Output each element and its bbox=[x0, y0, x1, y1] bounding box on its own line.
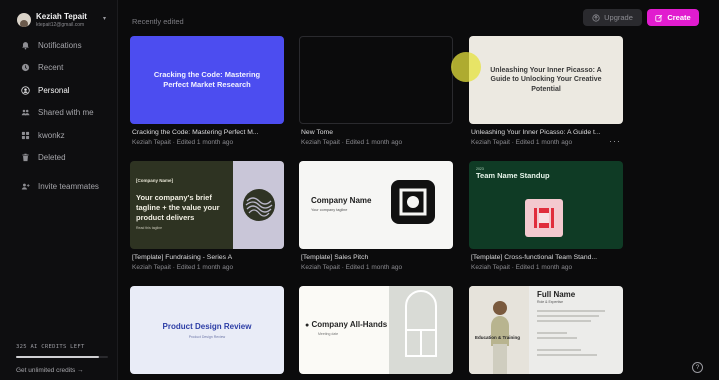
avatar bbox=[17, 13, 31, 27]
thumbnail-title: Cracking the Code: Mastering Perfect Mar… bbox=[153, 69, 261, 89]
thumbnail-subtitle: Role & Expertise bbox=[537, 300, 564, 304]
thumbnail-subtitle: Your company tagline bbox=[311, 208, 348, 212]
arch-art-icon bbox=[389, 286, 453, 374]
card-title: Unleashing Your Inner Picasso: A Guide t… bbox=[471, 129, 601, 136]
sidebar-item-label: Invite teammates bbox=[38, 181, 99, 191]
thumbnail-subtitle: Product Design Review bbox=[188, 334, 226, 339]
card-meta: Keziah Tepait · Edited 1 month ago bbox=[471, 139, 573, 146]
card-thumbnail[interactable]: Product Design Review Product Design Rev… bbox=[130, 286, 284, 374]
sidebar-item-label: Shared with me bbox=[38, 108, 94, 118]
thumbnail-title: ● Company All-Hands bbox=[305, 320, 388, 329]
people-icon bbox=[20, 108, 30, 118]
person-icon bbox=[20, 85, 30, 95]
cursor-highlight bbox=[451, 52, 481, 82]
card-meta: Keziah Tepait · Edited 1 month ago bbox=[301, 264, 403, 271]
card-meta: Keziah Tepait · Edited 1 month ago bbox=[471, 264, 573, 271]
text-placeholder bbox=[537, 310, 605, 312]
thumbnail-caption: Read this tagline bbox=[136, 226, 163, 230]
thumbnail-title: Unleashing Your Inner Picasso: A Guide t… bbox=[490, 66, 602, 93]
emoji-icon: ● bbox=[305, 322, 310, 329]
card-thumbnail[interactable]: Unleashing Your Inner Picasso: A Guide t… bbox=[469, 36, 623, 124]
card-title: [Template] Cross-functional Team Stand..… bbox=[471, 254, 598, 261]
sidebar-item-shared-with-me[interactable]: Shared with me bbox=[0, 102, 118, 125]
sidebar-item-label: Deleted bbox=[38, 153, 66, 163]
upgrade-icon bbox=[592, 13, 600, 22]
text-placeholder bbox=[537, 332, 567, 334]
sidebar-item-notifications[interactable]: Notifications bbox=[0, 34, 118, 57]
thumbnail-title: Company Name bbox=[311, 196, 372, 205]
chevron-down-icon: ▾ bbox=[103, 16, 107, 22]
sidebar-item-kwonkz[interactable]: kwonkz bbox=[0, 124, 118, 147]
clock-icon bbox=[20, 63, 30, 73]
sidebar-item-label: Personal bbox=[38, 85, 70, 95]
thumbnail-title: Team Name Standup bbox=[476, 171, 550, 180]
ai-credits-label: 325 AI CREDITS LEFT bbox=[16, 344, 85, 350]
card-thumbnail[interactable]: [Company Name] Your company's brief tagl… bbox=[130, 161, 284, 249]
card-title: [Template] Fundraising - Series A bbox=[132, 254, 233, 261]
wave-logo-icon bbox=[243, 189, 275, 221]
card-thumbnail[interactable]: ● Company All-Hands Meeting date bbox=[299, 286, 453, 374]
sidebar: Keziah Tepait ktepait12@gmail.com ▾ Noti… bbox=[0, 0, 118, 380]
sidebar-item-label: Notifications bbox=[38, 40, 82, 50]
account-switcher[interactable]: Keziah Tepait ktepait12@gmail.com ▾ bbox=[17, 10, 113, 32]
more-options-icon[interactable]: ··· bbox=[609, 136, 621, 146]
sidebar-item-label: Recent bbox=[38, 63, 64, 73]
card-meta: Keziah Tepait · Edited 1 month ago bbox=[132, 139, 234, 146]
help-button[interactable]: ? bbox=[692, 362, 703, 373]
get-unlimited-credits-link[interactable]: Get unlimited credits → bbox=[16, 367, 84, 374]
square-logo-icon bbox=[391, 180, 435, 224]
card-meta: Keziah Tepait · Edited 1 month ago bbox=[301, 139, 403, 146]
text-placeholder bbox=[537, 349, 581, 351]
ai-credits-bar bbox=[16, 356, 108, 358]
card-thumbnail[interactable] bbox=[299, 36, 453, 124]
card-thumbnail[interactable]: Company Name Your company tagline bbox=[299, 161, 453, 249]
add-user-icon bbox=[20, 181, 30, 191]
thumbnail-section: Education & Training bbox=[475, 335, 521, 340]
thumbnail-tag: [Company Name] bbox=[136, 178, 174, 183]
ai-credits-fill bbox=[16, 356, 99, 358]
text-placeholder bbox=[537, 315, 599, 317]
grid-icon bbox=[20, 130, 30, 140]
sidebar-item-personal[interactable]: Personal bbox=[0, 79, 118, 102]
card-title: [Template] Sales Pitch bbox=[301, 254, 369, 261]
sidebar-item-label: kwonkz bbox=[38, 130, 65, 140]
user-email: ktepait12@gmail.com bbox=[36, 22, 85, 28]
card-title: New Tome bbox=[301, 129, 333, 136]
upgrade-button[interactable]: Upgrade bbox=[583, 9, 642, 26]
invite-teammates-button[interactable]: Invite teammates bbox=[0, 175, 118, 198]
user-name: Keziah Tepait bbox=[36, 12, 87, 21]
text-placeholder bbox=[537, 337, 577, 339]
create-label: Create bbox=[667, 13, 691, 22]
create-button[interactable]: Create bbox=[647, 9, 699, 26]
sidebar-nav: Notifications Recent Personal Shared wit… bbox=[0, 34, 118, 198]
thumbnail-title: Product Design Review bbox=[162, 321, 252, 331]
upgrade-label: Upgrade bbox=[604, 13, 633, 22]
text-placeholder bbox=[537, 320, 591, 322]
text-placeholder bbox=[537, 354, 597, 356]
sidebar-item-recent[interactable]: Recent bbox=[0, 57, 118, 80]
trash-icon bbox=[20, 153, 30, 163]
bell-icon bbox=[20, 40, 30, 50]
thumbnail-subtitle: Meeting date bbox=[318, 332, 339, 336]
card-thumbnail[interactable]: Cracking the Code: Mastering Perfect Mar… bbox=[130, 36, 284, 124]
card-thumbnail[interactable]: Full Name Role & Expertise Education & T… bbox=[469, 286, 623, 374]
edit-icon bbox=[655, 14, 663, 22]
card-thumbnail[interactable]: 2023 Team Name Standup bbox=[469, 161, 623, 249]
section-title: Recently edited bbox=[132, 17, 184, 26]
card-title: Cracking the Code: Mastering Perfect M..… bbox=[132, 129, 259, 136]
thumbnail-title: Full Name bbox=[537, 290, 576, 299]
portrait-image bbox=[469, 286, 529, 374]
thumbnail-title: Your company's brief tagline + the value… bbox=[136, 193, 220, 222]
sidebar-item-deleted[interactable]: Deleted bbox=[0, 147, 118, 170]
flower-art-icon bbox=[525, 199, 563, 237]
card-meta: Keziah Tepait · Edited 1 month ago bbox=[132, 264, 234, 271]
